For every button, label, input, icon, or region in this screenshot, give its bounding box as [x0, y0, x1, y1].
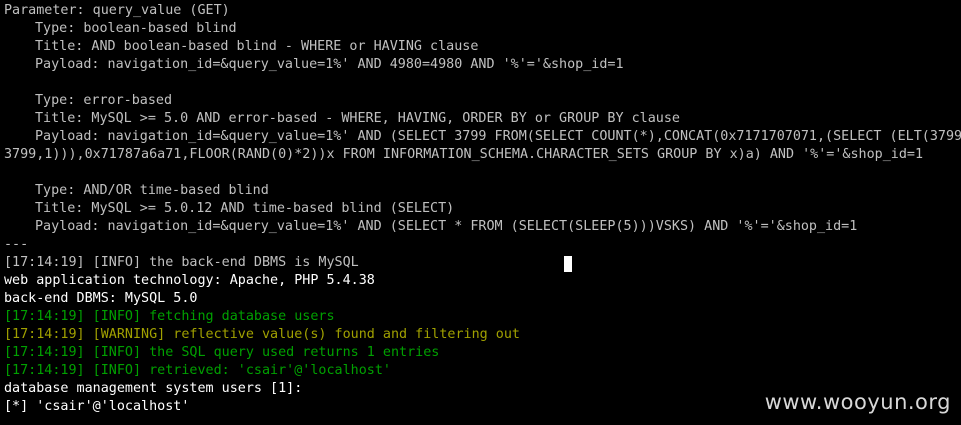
separator-line: --- — [4, 237, 29, 252]
log-info-fetching-line: [17:14:19] [INFO] fetching database user… — [4, 309, 335, 324]
type-time-line: Type: AND/OR time-based blind — [35, 183, 269, 198]
payload-boolean-line: Payload: navigation_id=&query_value=1%' … — [35, 57, 624, 72]
text-cursor — [564, 256, 572, 272]
title-error-line: Title: MySQL >= 5.0 AND error-based - WH… — [35, 111, 680, 126]
log-warning-line: [17:14:19] [WARNING] reflective value(s)… — [4, 327, 520, 342]
type-error-line: Type: error-based — [35, 93, 173, 108]
backend-dbms-line: back-end DBMS: MySQL 5.0 — [4, 291, 198, 306]
web-technology-line: web application technology: Apache, PHP … — [4, 273, 375, 288]
terminal-window[interactable]: Parameter: query_value (GET) Type: boole… — [0, 0, 961, 425]
payload-error-line: Payload: navigation_id=&query_value=1%' … — [35, 129, 961, 144]
payload-error-continuation-line: 3799,1))),0x71787a6a71,FLOOR(RAND(0)*2))… — [4, 147, 924, 162]
title-boolean-line: Title: AND boolean-based blind - WHERE o… — [35, 39, 479, 54]
watermark-text: www.wooyun.org — [764, 390, 951, 414]
title-time-line: Title: MySQL >= 5.0.12 AND time-based bl… — [35, 201, 455, 216]
payload-time-line: Payload: navigation_id=&query_value=1%' … — [35, 219, 858, 234]
type-boolean-line: Type: boolean-based blind — [35, 21, 237, 36]
parameter-line: Parameter: query_value (GET) — [4, 3, 230, 18]
log-info-retrieved-line: [17:14:19] [INFO] retrieved: 'csair'@'lo… — [4, 363, 391, 378]
log-info-entries-line: [17:14:19] [INFO] the SQL query used ret… — [4, 345, 440, 360]
log-info-dbms-line: [17:14:19] [INFO] the back-end DBMS is M… — [4, 255, 359, 270]
